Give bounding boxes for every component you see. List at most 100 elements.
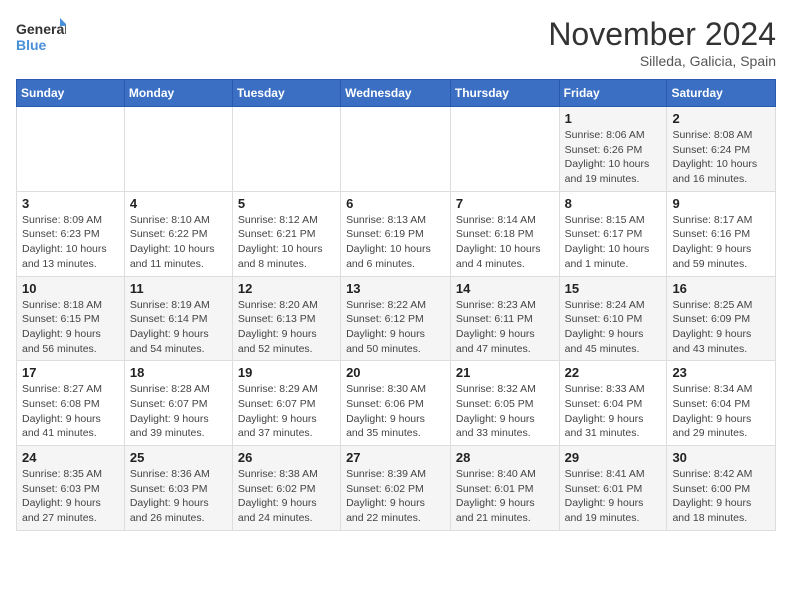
day-info: Sunrise: 8:17 AM Sunset: 6:16 PM Dayligh… [672, 213, 770, 272]
day-info: Sunrise: 8:19 AM Sunset: 6:14 PM Dayligh… [130, 298, 227, 357]
day-info: Sunrise: 8:30 AM Sunset: 6:06 PM Dayligh… [346, 382, 445, 441]
calendar-cell: 8 Sunrise: 8:15 AM Sunset: 6:17 PM Daylig… [559, 191, 667, 276]
day-number: 29 [565, 450, 662, 465]
day-number: 7 [456, 196, 554, 211]
day-number: 6 [346, 196, 445, 211]
calendar-cell: 9Sunrise: 8:17 AM Sunset: 6:16 PM Daylig… [667, 191, 776, 276]
calendar-cell: 4 Sunrise: 8:10 AM Sunset: 6:22 PM Daylig… [124, 191, 232, 276]
weekday-header-saturday: Saturday [667, 80, 776, 107]
day-number: 18 [130, 365, 227, 380]
day-number: 11 [130, 281, 227, 296]
day-info: Sunrise: 8:15 AM Sunset: 6:17 PM Dayligh… [565, 213, 662, 272]
day-number: 4 [130, 196, 227, 211]
day-number: 25 [130, 450, 227, 465]
calendar-cell: 30Sunrise: 8:42 AM Sunset: 6:00 PM Dayli… [667, 446, 776, 531]
weekday-header-tuesday: Tuesday [232, 80, 340, 107]
day-number: 22 [565, 365, 662, 380]
day-number: 24 [22, 450, 119, 465]
header: General Blue November 2024 Silleda, Gali… [16, 16, 776, 69]
day-number: 14 [456, 281, 554, 296]
calendar-cell: 24 Sunrise: 8:35 AM Sunset: 6:03 PM Dayli… [17, 446, 125, 531]
calendar-cell: 23Sunrise: 8:34 AM Sunset: 6:04 PM Dayli… [667, 361, 776, 446]
day-number: 13 [346, 281, 445, 296]
day-info: Sunrise: 8:10 AM Sunset: 6:22 PM Dayligh… [130, 213, 227, 272]
day-info: Sunrise: 8:40 AM Sunset: 6:01 PM Dayligh… [456, 467, 554, 526]
title-area: November 2024 Silleda, Galicia, Spain [548, 16, 776, 69]
day-info: Sunrise: 8:24 AM Sunset: 6:10 PM Dayligh… [565, 298, 662, 357]
day-info: Sunrise: 8:23 AM Sunset: 6:11 PM Dayligh… [456, 298, 554, 357]
location: Silleda, Galicia, Spain [548, 53, 776, 69]
day-info: Sunrise: 8:20 AM Sunset: 6:13 PM Dayligh… [238, 298, 335, 357]
day-number: 16 [672, 281, 770, 296]
day-info: Sunrise: 8:36 AM Sunset: 6:03 PM Dayligh… [130, 467, 227, 526]
day-number: 2 [672, 111, 770, 126]
day-info: Sunrise: 8:25 AM Sunset: 6:09 PM Dayligh… [672, 298, 770, 357]
day-number: 19 [238, 365, 335, 380]
day-info: Sunrise: 8:34 AM Sunset: 6:04 PM Dayligh… [672, 382, 770, 441]
calendar-cell: 3 Sunrise: 8:09 AM Sunset: 6:23 PM Daylig… [17, 191, 125, 276]
calendar-cell: 11 Sunrise: 8:19 AM Sunset: 6:14 PM Dayli… [124, 276, 232, 361]
calendar-cell: 18 Sunrise: 8:28 AM Sunset: 6:07 PM Dayli… [124, 361, 232, 446]
calendar-cell [341, 107, 451, 192]
weekday-header-monday: Monday [124, 80, 232, 107]
day-number: 5 [238, 196, 335, 211]
calendar-cell: 14 Sunrise: 8:23 AM Sunset: 6:11 PM Dayli… [450, 276, 559, 361]
calendar-cell: 26 Sunrise: 8:38 AM Sunset: 6:02 PM Dayli… [232, 446, 340, 531]
calendar-cell: 29Sunrise: 8:41 AM Sunset: 6:01 PM Dayli… [559, 446, 667, 531]
calendar-cell: 16 Sunrise: 8:25 AM Sunset: 6:09 PM Dayli… [667, 276, 776, 361]
calendar-cell: 25 Sunrise: 8:36 AM Sunset: 6:03 PM Dayli… [124, 446, 232, 531]
calendar-cell [232, 107, 340, 192]
calendar-cell: 7 Sunrise: 8:14 AM Sunset: 6:18 PM Daylig… [450, 191, 559, 276]
calendar-cell [450, 107, 559, 192]
day-number: 28 [456, 450, 554, 465]
day-number: 15 [565, 281, 662, 296]
calendar-cell: 20 Sunrise: 8:30 AM Sunset: 6:06 PM Dayli… [341, 361, 451, 446]
day-info: Sunrise: 8:32 AM Sunset: 6:05 PM Dayligh… [456, 382, 554, 441]
calendar-cell: 10Sunrise: 8:18 AM Sunset: 6:15 PM Dayli… [17, 276, 125, 361]
day-info: Sunrise: 8:42 AM Sunset: 6:00 PM Dayligh… [672, 467, 770, 526]
day-number: 8 [565, 196, 662, 211]
logo-icon: General Blue [16, 16, 66, 60]
calendar-cell [17, 107, 125, 192]
day-info: Sunrise: 8:08 AM Sunset: 6:24 PM Dayligh… [672, 128, 770, 187]
day-number: 27 [346, 450, 445, 465]
day-info: Sunrise: 8:09 AM Sunset: 6:23 PM Dayligh… [22, 213, 119, 272]
weekday-header-thursday: Thursday [450, 80, 559, 107]
day-info: Sunrise: 8:12 AM Sunset: 6:21 PM Dayligh… [238, 213, 335, 272]
calendar-cell: 28 Sunrise: 8:40 AM Sunset: 6:01 PM Dayli… [450, 446, 559, 531]
month-title: November 2024 [548, 16, 776, 53]
day-number: 3 [22, 196, 119, 211]
day-number: 1 [565, 111, 662, 126]
weekday-header-friday: Friday [559, 80, 667, 107]
day-info: Sunrise: 8:14 AM Sunset: 6:18 PM Dayligh… [456, 213, 554, 272]
day-info: Sunrise: 8:27 AM Sunset: 6:08 PM Dayligh… [22, 382, 119, 441]
calendar-cell: 19 Sunrise: 8:29 AM Sunset: 6:07 PM Dayli… [232, 361, 340, 446]
day-info: Sunrise: 8:35 AM Sunset: 6:03 PM Dayligh… [22, 467, 119, 526]
day-info: Sunrise: 8:33 AM Sunset: 6:04 PM Dayligh… [565, 382, 662, 441]
day-info: Sunrise: 8:06 AM Sunset: 6:26 PM Dayligh… [565, 128, 662, 187]
day-number: 26 [238, 450, 335, 465]
week-row-2: 3 Sunrise: 8:09 AM Sunset: 6:23 PM Daylig… [17, 191, 776, 276]
day-info: Sunrise: 8:28 AM Sunset: 6:07 PM Dayligh… [130, 382, 227, 441]
calendar-cell: 5 Sunrise: 8:12 AM Sunset: 6:21 PM Daylig… [232, 191, 340, 276]
day-number: 17 [22, 365, 119, 380]
calendar-cell [124, 107, 232, 192]
calendar-cell: 17 Sunrise: 8:27 AM Sunset: 6:08 PM Dayli… [17, 361, 125, 446]
day-info: Sunrise: 8:18 AM Sunset: 6:15 PM Dayligh… [22, 298, 119, 357]
day-info: Sunrise: 8:29 AM Sunset: 6:07 PM Dayligh… [238, 382, 335, 441]
day-number: 12 [238, 281, 335, 296]
calendar-table: SundayMondayTuesdayWednesdayThursdayFrid… [16, 79, 776, 531]
calendar-cell: 27Sunrise: 8:39 AM Sunset: 6:02 PM Dayli… [341, 446, 451, 531]
week-row-3: 10Sunrise: 8:18 AM Sunset: 6:15 PM Dayli… [17, 276, 776, 361]
day-number: 21 [456, 365, 554, 380]
week-row-5: 24 Sunrise: 8:35 AM Sunset: 6:03 PM Dayli… [17, 446, 776, 531]
day-number: 20 [346, 365, 445, 380]
calendar-cell: 22 Sunrise: 8:33 AM Sunset: 6:04 PM Dayli… [559, 361, 667, 446]
calendar-cell: 2 Sunrise: 8:08 AM Sunset: 6:24 PM Daylig… [667, 107, 776, 192]
weekday-header-wednesday: Wednesday [341, 80, 451, 107]
calendar-cell: 6Sunrise: 8:13 AM Sunset: 6:19 PM Daylig… [341, 191, 451, 276]
weekday-header-sunday: Sunday [17, 80, 125, 107]
day-info: Sunrise: 8:38 AM Sunset: 6:02 PM Dayligh… [238, 467, 335, 526]
calendar-cell: 13Sunrise: 8:22 AM Sunset: 6:12 PM Dayli… [341, 276, 451, 361]
svg-text:Blue: Blue [16, 37, 47, 53]
